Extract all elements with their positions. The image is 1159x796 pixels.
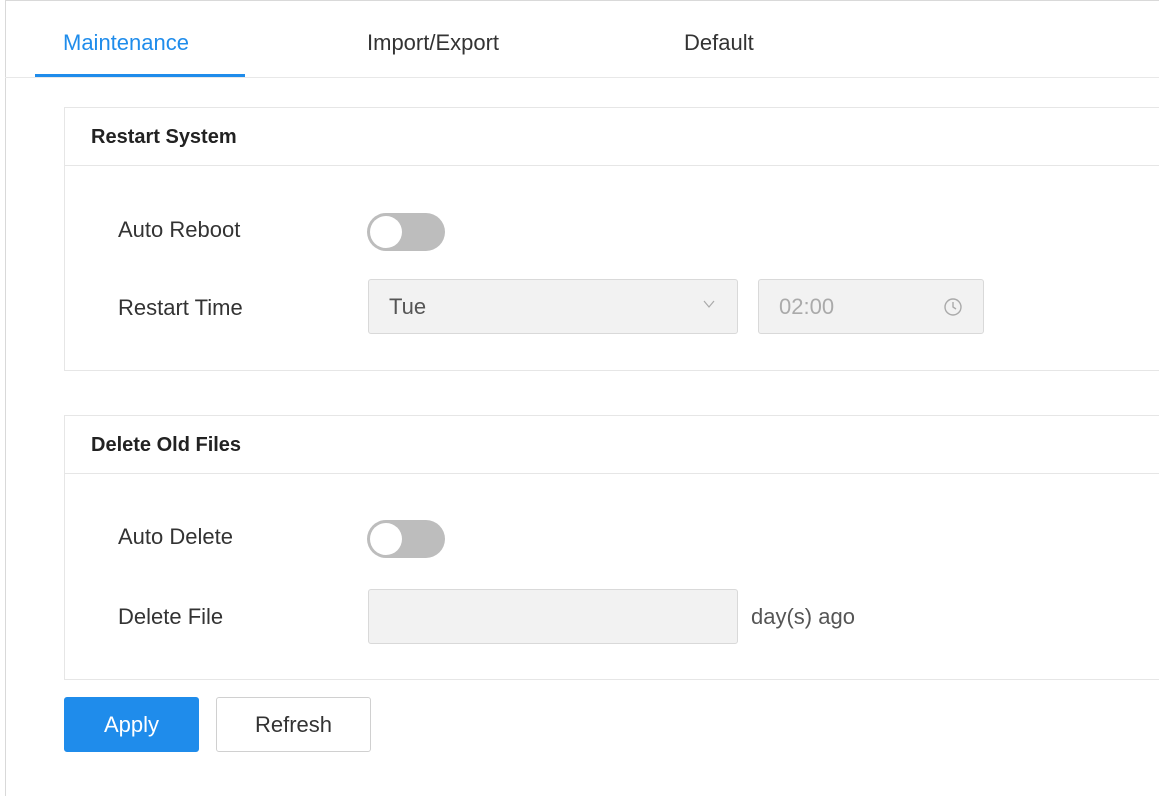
auto-reboot-label: Auto Reboot <box>118 217 241 242</box>
auto-reboot-toggle[interactable] <box>367 213 445 251</box>
delete-file-label: Delete File <box>118 604 224 629</box>
restart-time-label: Restart Time <box>118 295 243 320</box>
delete-old-files-card: Delete Old Files Auto Delete Delete File… <box>64 415 1159 680</box>
restart-day-value: Tue <box>389 294 427 319</box>
toggle-knob <box>370 523 402 555</box>
auto-delete-toggle[interactable] <box>367 520 445 558</box>
tab-bar: Maintenance Import/Export Default <box>5 0 1159 78</box>
restart-time-value: 02:00 <box>779 294 835 319</box>
restart-time-input[interactable]: 02:00 <box>758 279 984 334</box>
delete-file-days-input[interactable] <box>368 589 738 644</box>
delete-file-suffix: day(s) ago <box>751 604 855 629</box>
restart-day-select[interactable]: Tue <box>368 279 738 334</box>
apply-button[interactable]: Apply <box>64 697 199 752</box>
chevron-down-icon <box>703 300 715 308</box>
delete-old-files-title: Delete Old Files <box>65 416 1159 474</box>
auto-delete-label: Auto Delete <box>118 524 233 549</box>
tab-default[interactable]: Default <box>684 30 754 56</box>
clock-icon <box>944 298 962 316</box>
tab-import-export[interactable]: Import/Export <box>367 30 499 56</box>
restart-system-title: Restart System <box>65 108 1159 166</box>
restart-system-card: Restart System Auto Reboot Restart Time … <box>64 107 1159 371</box>
tab-maintenance[interactable]: Maintenance <box>63 30 189 56</box>
refresh-button[interactable]: Refresh <box>216 697 371 752</box>
toggle-knob <box>370 216 402 248</box>
active-tab-indicator <box>35 74 245 77</box>
